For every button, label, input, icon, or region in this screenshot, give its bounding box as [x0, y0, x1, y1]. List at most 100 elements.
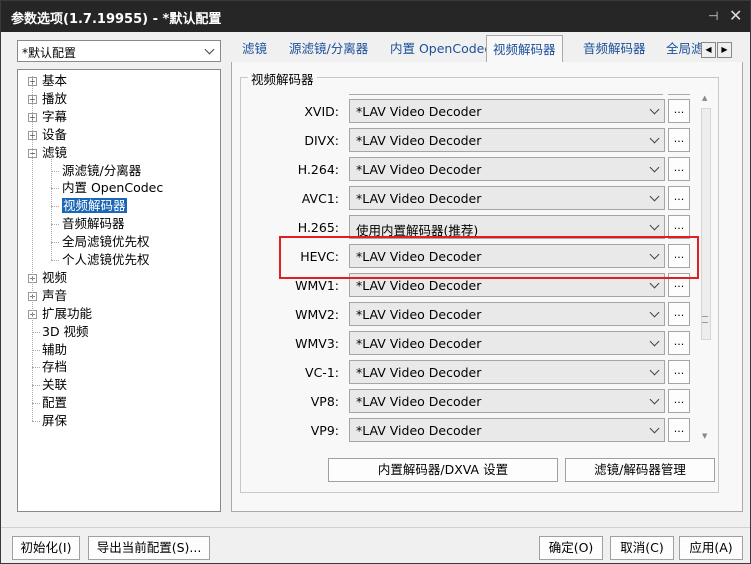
tree-connector	[32, 421, 40, 423]
settings-tree: 基本 + 播放 + 字幕 + 设备 + 滤镜 − 源滤镜/分离器 内置 OpenCodec 视频解码器音…	[17, 69, 221, 512]
tree-item-sound[interactable]: 声音	[42, 287, 67, 304]
decoder-scrollbar[interactable]: ▲ ▼	[699, 94, 713, 442]
tree-item-global-filter-priority[interactable]: 全局滤镜优先权	[62, 233, 150, 250]
wmv3-more-button[interactable]: ...	[668, 331, 690, 355]
h264-decoder-select[interactable]: *LAV Video Decoder	[349, 157, 665, 181]
wmv2-more-button[interactable]: ...	[668, 302, 690, 326]
profile-select[interactable]: *默认配置	[17, 40, 221, 62]
avc1-decoder-select[interactable]: *LAV Video Decoder	[349, 186, 665, 210]
tree-item-auxiliary[interactable]: 辅助	[42, 341, 67, 358]
decoder-select-value: *LAV Video Decoder	[356, 394, 482, 409]
h264-more-button[interactable]: ...	[668, 157, 690, 181]
tab-strip: 滤镜 源滤镜/分离器 内置 OpenCodec 视频解码器 音频解码器 全局滤	[231, 35, 743, 63]
tree-item-label: 扩展功能	[42, 305, 93, 321]
tab-audio-decoder[interactable]: 音频解码器	[583, 38, 646, 61]
tree-item-extensions[interactable]: 扩展功能	[42, 305, 92, 322]
wmv3-label: WMV3:	[295, 336, 339, 351]
preferences-window: 参数选项(1.7.19955) - *默认配置 ⊣ ✕ *默认配置 基本 + 播放 +…	[0, 0, 751, 564]
tree-item-label: 内置 OpenCodec	[62, 180, 164, 196]
tree-connector	[51, 242, 59, 244]
h264-label: H.264:	[297, 162, 339, 177]
tab-video-decoder[interactable]: 视频解码器	[486, 35, 563, 63]
chevron-down-icon	[649, 278, 660, 289]
tree-connector	[32, 76, 33, 422]
tree-item-label: 视频	[42, 269, 68, 285]
tree-connector	[51, 260, 59, 261]
tree-item-filter[interactable]: 滤镜	[42, 144, 67, 161]
h265-label: H.265:	[297, 220, 339, 235]
tree-connector	[32, 385, 40, 387]
title-bar: 参数选项(1.7.19955) - *默认配置 ⊣ ✕	[1, 1, 750, 32]
tree-item-screensaver[interactable]: 屏保	[42, 412, 67, 429]
tree-item-3d-video[interactable]: 3D 视频	[42, 323, 89, 340]
tree-item-label: 屏保	[42, 413, 68, 429]
tree-item-video[interactable]: 视频	[42, 269, 67, 286]
tree-item-video-decoder[interactable]: 视频解码器	[62, 197, 127, 214]
tree-item-personal-filter-priority[interactable]: 个人滤镜优先权	[62, 251, 150, 268]
tree-item-association[interactable]: 关联	[42, 376, 67, 393]
filter-manager-button[interactable]: 滤镜/解码器管理	[565, 458, 715, 482]
cancel-button[interactable]: 取消(C)	[610, 536, 674, 560]
export-config-button[interactable]: 导出当前配置(S)...	[88, 536, 210, 560]
tree-item-audio-decoder[interactable]: 音频解码器	[62, 215, 125, 232]
decoder-select-value: *LAV Video Decoder	[356, 365, 482, 380]
vc1-label: VC-1:	[305, 365, 339, 380]
decoder-select-value: *LAV Video Decoder	[356, 423, 482, 438]
tree-item-label: 个人滤镜优先权	[62, 252, 150, 267]
ok-button[interactable]: 确定(O)	[539, 536, 603, 560]
pin-icon[interactable]: ⊣	[708, 9, 718, 23]
tab-source-splitter[interactable]: 源滤镜/分离器	[289, 38, 368, 61]
tree-item-device[interactable]: 设备	[42, 126, 67, 143]
decoder-select-value: *LAV Video Decoder	[356, 162, 482, 177]
wmv3-decoder-select[interactable]: *LAV Video Decoder	[349, 331, 665, 355]
clipped-button-edge	[668, 92, 690, 95]
scroll-thumb[interactable]	[701, 108, 711, 340]
chevron-down-icon	[649, 104, 660, 115]
tree-item-subtitle[interactable]: 字幕	[42, 108, 67, 125]
apply-button[interactable]: 应用(A)	[679, 536, 743, 560]
wmv2-decoder-select[interactable]: *LAV Video Decoder	[349, 302, 665, 326]
chevron-down-icon	[649, 162, 660, 173]
decoder-select-value: *LAV Video Decoder	[356, 133, 482, 148]
clipped-row-edge	[349, 92, 663, 95]
vc1-more-button[interactable]: ...	[668, 360, 690, 384]
scroll-grip-icon	[702, 316, 708, 323]
init-button[interactable]: 初始化(I)	[12, 536, 80, 560]
tree-item-label: 播放	[42, 90, 68, 106]
tree-item-opencodec[interactable]: 内置 OpenCodec	[62, 179, 163, 196]
scroll-down-icon[interactable]: ▼	[702, 432, 707, 440]
tree-connector	[51, 170, 59, 172]
tree-item-label: 视频解码器	[62, 198, 127, 214]
xvid-more-button[interactable]: ...	[668, 99, 690, 123]
dxva-settings-button[interactable]: 内置解码器/DXVA 设置	[328, 458, 558, 482]
decoder-select-value: *LAV Video Decoder	[356, 307, 482, 322]
tree-item-source-filter[interactable]: 源滤镜/分离器	[62, 162, 141, 179]
vp8-decoder-select[interactable]: *LAV Video Decoder	[349, 389, 665, 413]
tree-connector	[51, 188, 59, 190]
tree-item-basic[interactable]: 基本	[42, 72, 67, 89]
xvid-decoder-select[interactable]: *LAV Video Decoder	[349, 99, 665, 123]
vp9-more-button[interactable]: ...	[668, 418, 690, 442]
tab-scroll-right-button[interactable]: ▶	[717, 42, 732, 58]
avc1-more-button[interactable]: ...	[668, 186, 690, 210]
tree-item-config[interactable]: 配置	[42, 394, 67, 411]
tab-filter[interactable]: 滤镜	[242, 38, 267, 61]
chevron-down-icon	[649, 423, 660, 434]
divx-more-button[interactable]: ...	[668, 128, 690, 152]
vp8-more-button[interactable]: ...	[668, 389, 690, 413]
tree-connector	[32, 367, 40, 369]
close-icon[interactable]: ✕	[729, 6, 742, 25]
chevron-down-icon	[649, 133, 660, 144]
tree-item-archive[interactable]: 存档	[42, 358, 67, 375]
tree-item-label: 音频解码器	[62, 216, 125, 232]
vc1-decoder-select[interactable]: *LAV Video Decoder	[349, 360, 665, 384]
tree-item-label: 基本	[42, 73, 68, 88]
tab-opencodec[interactable]: 内置 OpenCodec	[390, 38, 491, 61]
tab-scroll-left-button[interactable]: ◀	[701, 42, 716, 58]
tab-global-filter[interactable]: 全局滤	[666, 38, 704, 61]
vp9-decoder-select[interactable]: *LAV Video Decoder	[349, 418, 665, 442]
tree-item-playback[interactable]: 播放	[42, 90, 67, 107]
chevron-down-icon	[649, 394, 660, 405]
scroll-up-icon[interactable]: ▲	[702, 94, 707, 102]
divx-decoder-select[interactable]: *LAV Video Decoder	[349, 128, 665, 152]
